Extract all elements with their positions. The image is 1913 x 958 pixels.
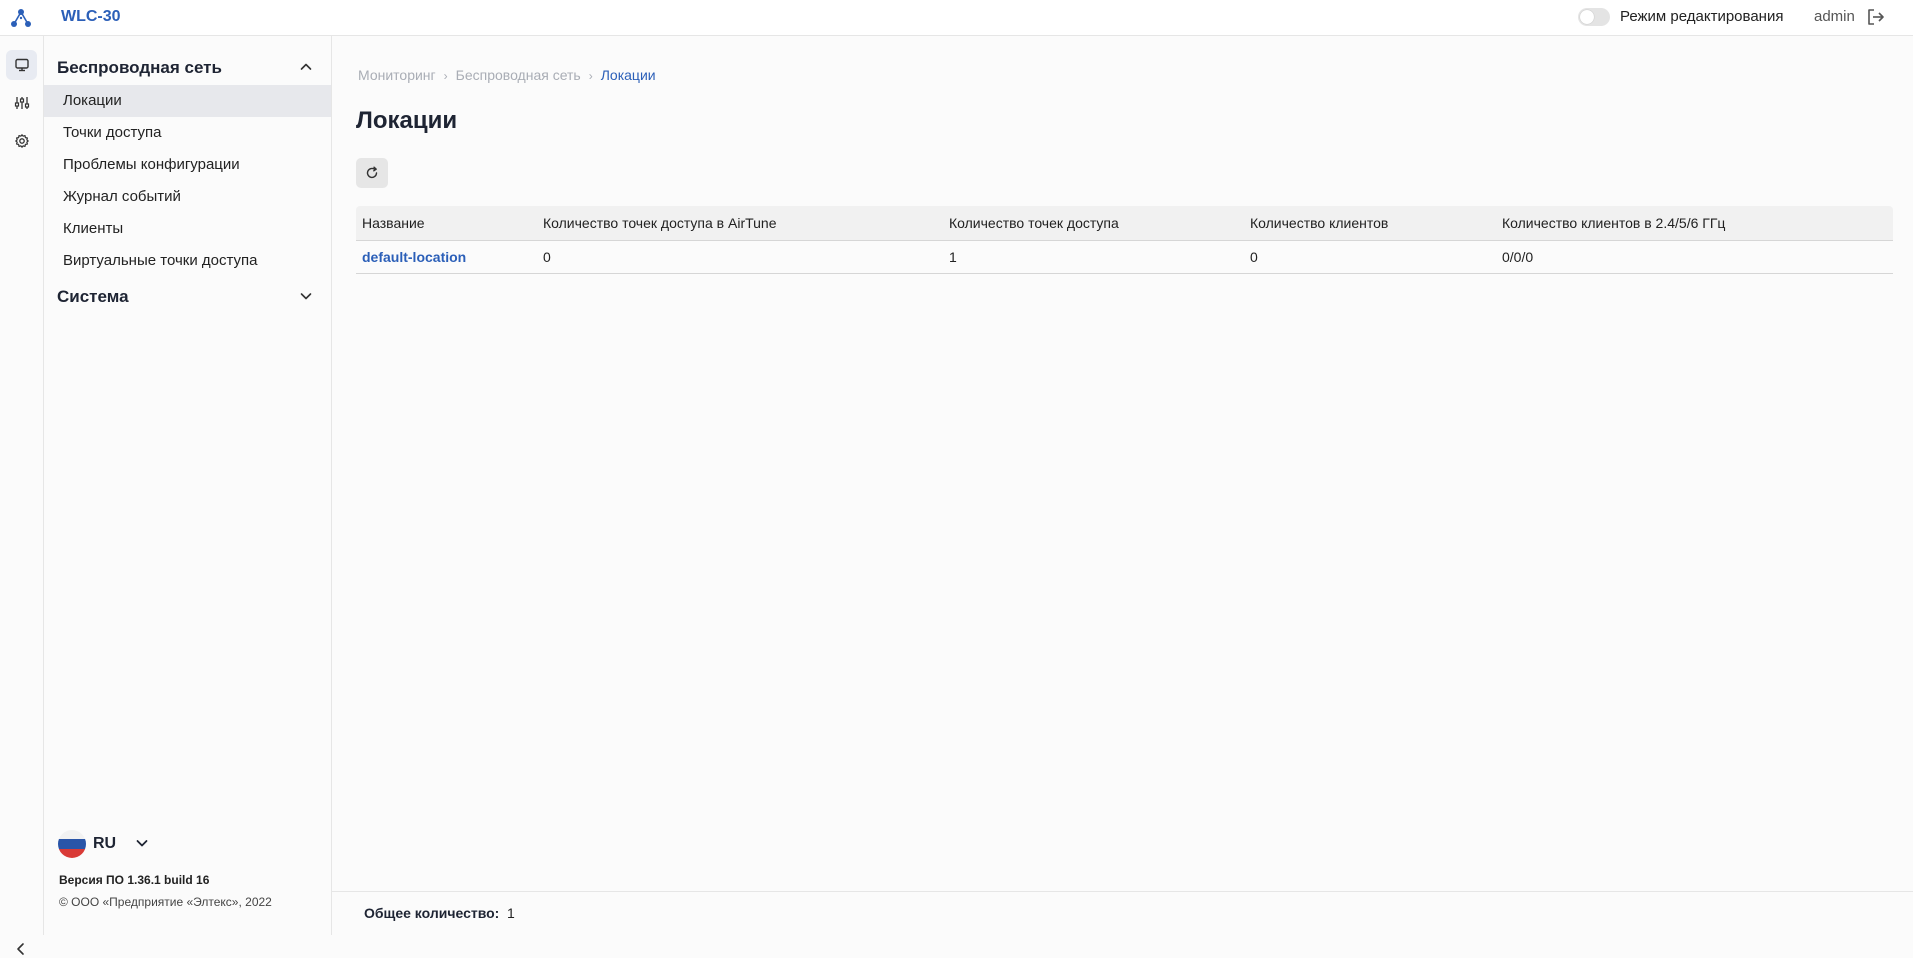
- edit-mode-toggle[interactable]: [1578, 8, 1610, 26]
- refresh-icon: [366, 166, 378, 179]
- breadcrumb-locations: Локации: [600, 67, 656, 83]
- sidebar: Беспроводная сеть Локации Точки доступа …: [44, 36, 332, 935]
- chevron-down-icon: [300, 293, 312, 300]
- rail-settings-sliders-button[interactable]: [6, 88, 37, 118]
- firmware-version: Версия ПО 1.36.1 build 16: [59, 873, 210, 887]
- sidebar-item-label: Журнал событий: [63, 188, 181, 205]
- table-footer: Общее количество: 1: [332, 891, 1913, 935]
- sidebar-item-config-problems[interactable]: Проблемы конфигурации: [44, 149, 331, 181]
- table-cell: 0/0/0: [1502, 249, 1534, 265]
- top-bar: WLC-30 Режим редактирования admin: [0, 0, 1913, 36]
- breadcrumb-wireless[interactable]: Беспроводная сеть: [456, 67, 581, 83]
- username: admin: [1814, 8, 1855, 25]
- sidebar-item-virtual-access-points[interactable]: Виртуальные точки доступа: [44, 245, 331, 277]
- column-header-client-count-by-band[interactable]: Количество клиентов в 2.4/5/6 ГГц: [1502, 206, 1725, 240]
- table-row: default-location 0 1 0 0/0/0: [356, 241, 1893, 274]
- total-count-value: 1: [507, 905, 515, 921]
- russia-flag-icon: [58, 830, 86, 858]
- refresh-button[interactable]: [356, 158, 388, 188]
- rail-system-button[interactable]: [6, 126, 37, 156]
- logout-icon[interactable]: [1865, 6, 1887, 28]
- table-header: Название Количество точек доступа в AirT…: [356, 206, 1893, 241]
- language-code: RU: [93, 835, 117, 852]
- column-header-ap-count[interactable]: Количество точек доступа: [949, 206, 1119, 240]
- column-header-name[interactable]: Название: [362, 206, 425, 240]
- locations-table: Название Количество точек доступа в AirT…: [356, 206, 1893, 274]
- table-cell: 1: [949, 249, 957, 265]
- sidebar-section-system[interactable]: Система: [44, 281, 331, 311]
- app-title[interactable]: WLC-30: [61, 7, 121, 27]
- sidebar-item-locations[interactable]: Локации: [44, 85, 331, 117]
- toggle-knob: [1580, 10, 1594, 24]
- sidebar-item-label: Проблемы конфигурации: [63, 156, 240, 173]
- sidebar-item-event-log[interactable]: Журнал событий: [44, 181, 331, 213]
- sidebar-item-label: Точки доступа: [63, 124, 162, 141]
- breadcrumb: Мониторинг › Беспроводная сеть › Локации: [358, 66, 656, 85]
- column-header-airtune-ap-count[interactable]: Количество точек доступа в AirTune: [543, 206, 777, 240]
- eltex-logo-icon[interactable]: [9, 7, 33, 29]
- chevron-right-icon: ›: [588, 69, 593, 83]
- column-header-client-count[interactable]: Количество клиентов: [1250, 206, 1388, 240]
- sidebar-section-label: Система: [57, 287, 129, 306]
- location-link[interactable]: default-location: [362, 241, 466, 273]
- sidebar-section-wireless[interactable]: Беспроводная сеть: [44, 52, 331, 82]
- table-cell: 0: [1250, 249, 1258, 265]
- table-cell: 0: [543, 249, 551, 265]
- sliders-icon: [14, 97, 30, 109]
- rail-monitoring-button[interactable]: [6, 50, 37, 80]
- chevron-right-icon: ›: [443, 69, 448, 83]
- chevron-left-icon[interactable]: [12, 940, 30, 958]
- sidebar-item-label: Виртуальные точки доступа: [63, 252, 258, 269]
- breadcrumb-monitoring[interactable]: Мониторинг: [358, 67, 436, 83]
- chevron-down-icon: [136, 840, 148, 847]
- sidebar-section-label: Беспроводная сеть: [57, 58, 222, 77]
- sidebar-item-access-points[interactable]: Точки доступа: [44, 117, 331, 149]
- sidebar-item-clients[interactable]: Клиенты: [44, 213, 331, 245]
- page-title: Локации: [356, 107, 458, 134]
- edit-mode-label: Режим редактирования: [1620, 8, 1784, 25]
- main-content: Мониторинг › Беспроводная сеть › Локации Лок…: [332, 36, 1913, 935]
- copyright: © ООО «Предприятие «Элтекс», 2022: [59, 895, 272, 909]
- monitor-icon: [15, 58, 29, 72]
- total-count-label: Общее количество:: [364, 905, 500, 921]
- gear-icon: [15, 134, 29, 148]
- sidebar-item-label: Локации: [63, 92, 122, 109]
- sidebar-item-label: Клиенты: [63, 220, 124, 237]
- chevron-up-icon: [300, 63, 312, 70]
- icon-rail: [0, 36, 44, 955]
